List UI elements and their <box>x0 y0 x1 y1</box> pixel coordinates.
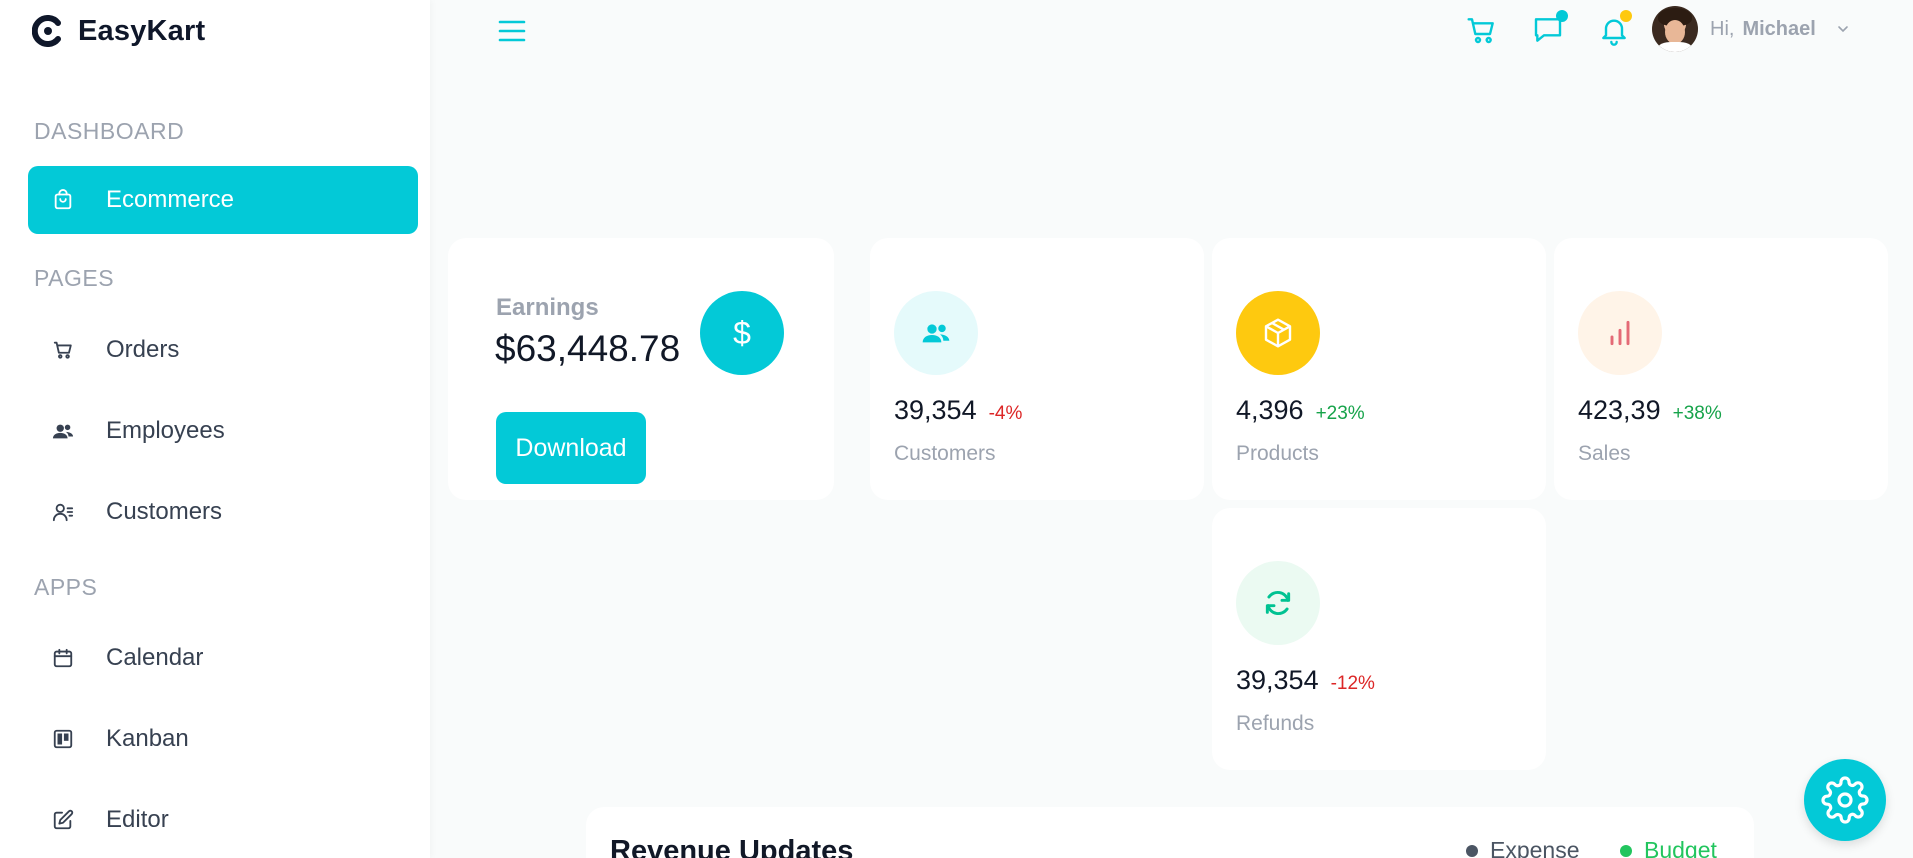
legend-label: Expense <box>1490 837 1580 858</box>
sidebar-item-customers[interactable]: Customers <box>28 478 418 546</box>
stat-change: -12% <box>1330 673 1375 694</box>
kanban-icon <box>50 726 76 752</box>
chat-notification-dot <box>1556 10 1568 22</box>
stat-label: Products <box>1236 442 1319 465</box>
sidebar-item-ecommerce[interactable]: Ecommerce <box>28 166 418 234</box>
stat-change: -4% <box>988 403 1023 424</box>
earnings-label: Earnings <box>496 294 599 321</box>
sidebar-item-calendar[interactable]: Calendar <box>28 624 418 692</box>
sidebar: EasyKart DASHBOARD Ecommerce PAGES Order… <box>0 0 430 858</box>
notification-button[interactable] <box>1596 10 1632 48</box>
cart-icon <box>1467 18 1494 44</box>
avatar <box>1652 6 1698 52</box>
dollar-icon: $ <box>700 291 784 375</box>
sidebar-item-label: Orders <box>106 336 180 363</box>
brand-logo-icon <box>32 15 61 47</box>
revenue-title: Revenue Updates <box>610 835 854 858</box>
box-icon[interactable] <box>1236 291 1320 375</box>
stat-card-customers: 39,354 -4% Customers <box>870 238 1204 500</box>
chevron-down-icon <box>1838 26 1848 33</box>
legend-budget: Budget <box>1620 837 1717 858</box>
legend-label: Budget <box>1644 837 1717 858</box>
sidebar-item-label: Ecommerce <box>106 186 235 213</box>
settings-button[interactable] <box>1804 759 1886 841</box>
sidebar-item-label: Customers <box>106 498 223 525</box>
section-title-pages: PAGES <box>34 265 115 291</box>
sidebar-item-label: Editor <box>106 806 169 833</box>
gear-icon <box>1821 776 1869 824</box>
legend-dot <box>1466 844 1478 857</box>
stat-value: 39,354 <box>894 395 977 425</box>
cart-button[interactable] <box>1464 12 1500 48</box>
stat-card-products: 4,396 +23% Products <box>1212 238 1546 500</box>
edit-icon <box>50 807 76 833</box>
stat-card-sales: 423,39 +38% Sales <box>1554 238 1888 500</box>
brand[interactable]: EasyKart <box>32 14 205 48</box>
section-title-dashboard: DASHBOARD <box>34 118 185 144</box>
refresh-icon[interactable] <box>1236 561 1320 645</box>
stat-label: Refunds <box>1236 712 1315 735</box>
sidebar-item-employees[interactable]: Employees <box>28 397 418 465</box>
users-icon <box>50 418 76 444</box>
chat-button[interactable] <box>1530 10 1568 48</box>
stat-label: Customers <box>894 442 996 465</box>
stat-label: Sales <box>1578 442 1631 465</box>
sidebar-item-label: Employees <box>106 417 225 444</box>
download-button[interactable]: Download <box>496 412 646 484</box>
earnings-value: $63,448.78 <box>495 328 681 369</box>
bar-chart-icon[interactable] <box>1578 291 1662 375</box>
revenue-card: Revenue Updates Expense Budget <box>586 807 1754 858</box>
greeting: Hi, <box>1710 17 1735 40</box>
calendar-icon <box>50 645 76 671</box>
section-title-apps: APPS <box>34 574 98 600</box>
legend-dot <box>1620 844 1632 857</box>
earnings-card: Earnings $63,448.78 $ Download <box>448 238 834 500</box>
sidebar-item-kanban[interactable]: Kanban <box>28 705 418 773</box>
shopping-bag-icon <box>50 187 76 213</box>
sidebar-item-label: Kanban <box>106 725 189 752</box>
sidebar-item-orders[interactable]: Orders <box>28 316 418 384</box>
notification-dot <box>1620 10 1632 22</box>
stat-change: +38% <box>1672 403 1722 424</box>
stat-value: 39,354 <box>1236 665 1319 695</box>
menu-icon[interactable] <box>497 18 527 44</box>
users-icon[interactable] <box>894 291 978 375</box>
sidebar-item-editor[interactable]: Editor <box>28 786 418 854</box>
username: Michael <box>1742 17 1816 40</box>
user-menu[interactable]: Hi, Michael <box>1652 5 1850 53</box>
brand-name: EasyKart <box>78 14 206 47</box>
user-list-icon <box>50 499 76 525</box>
stat-value: 423,39 <box>1578 395 1661 425</box>
stat-value: 4,396 <box>1236 395 1304 425</box>
stat-card-refunds: 39,354 -12% Refunds <box>1212 508 1546 770</box>
legend-expense: Expense <box>1466 837 1580 858</box>
sidebar-item-label: Calendar <box>106 644 204 671</box>
cart-icon <box>50 337 76 363</box>
stat-change: +23% <box>1315 403 1365 424</box>
